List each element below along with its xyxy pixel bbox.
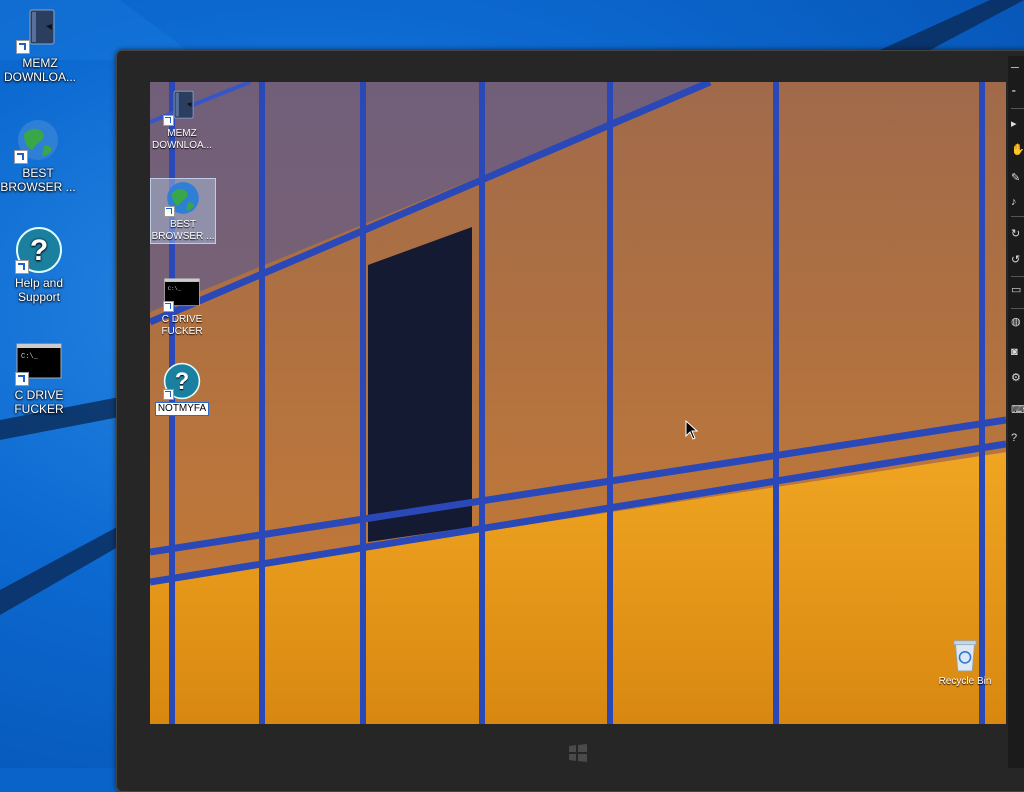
shortcut-arrow-icon: [16, 40, 30, 54]
book-shortcut-icon: [16, 6, 64, 54]
tablet-icon-c-drive[interactable]: C:\_ C DRIVE FUCKER: [150, 274, 214, 338]
pen-icon[interactable]: ✎: [1011, 172, 1024, 185]
shortcut-arrow-icon: [15, 372, 29, 386]
shortcut-arrow-icon: [164, 206, 175, 217]
help-icon: ?: [163, 362, 201, 400]
pointer-icon[interactable]: ▸: [1011, 118, 1024, 131]
emulator-side-toolbar: ─ ⁃ ▸ ✋ ✎ ♪ ↻ ↺ ▭ ◍ ◙ ⚙ ⌨ ?: [1008, 56, 1024, 768]
settings-icon[interactable]: ⚙: [1011, 372, 1024, 385]
desktop-icon-memz[interactable]: MEMZ DOWNLOA...: [2, 6, 78, 84]
tablet-screen: [150, 82, 1006, 724]
tablet-icon-label: BEST BROWSER ...: [151, 219, 215, 242]
toolbar-divider: [1011, 308, 1024, 309]
desktop-icon-label: MEMZ DOWNLOA...: [3, 56, 76, 84]
desktop-icon-label: Help and Support: [14, 276, 64, 304]
pin-icon[interactable]: ⁃: [1011, 86, 1024, 99]
windows-logo-icon[interactable]: [567, 742, 589, 764]
shortcut-arrow-icon: [15, 260, 29, 274]
globe-icon[interactable]: ◍: [1011, 316, 1024, 329]
camera-icon[interactable]: ◙: [1011, 346, 1024, 359]
book-shortcut-icon: [163, 88, 201, 126]
svg-text:?: ?: [175, 368, 190, 395]
tablet-icon-best-browser[interactable]: BEST BROWSER ...: [150, 178, 216, 244]
building-wallpaper: [150, 82, 1006, 724]
globe-icon: [14, 116, 62, 164]
shortcut-arrow-icon: [163, 389, 174, 400]
recycle-bin-label: Recycle Bin: [938, 676, 992, 687]
desktop-icon-best-browser[interactable]: BEST BROWSER ...: [0, 116, 76, 194]
recycle-bin-icon: [946, 636, 984, 674]
toolbar-divider: [1011, 216, 1024, 217]
shortcut-arrow-icon: [163, 115, 174, 126]
globe-icon: [164, 179, 202, 217]
more-icon[interactable]: ?: [1011, 432, 1024, 445]
desktop-icon-label: BEST BROWSER ...: [0, 166, 76, 194]
tablet-icon-label: C DRIVE FUCKER: [161, 314, 203, 337]
mouse-cursor-icon: [685, 419, 699, 440]
shortcut-arrow-icon: [163, 301, 174, 312]
hand-icon[interactable]: ✋: [1011, 144, 1024, 157]
svg-text:C:\_: C:\_: [168, 285, 182, 292]
desktop-icon-label: C DRIVE FUCKER: [14, 388, 64, 416]
rename-input[interactable]: NOTMYFA: [154, 402, 210, 416]
toolbar-divider: [1011, 276, 1024, 277]
tablet-icon-notmyfa[interactable]: ? NOTMYFA: [150, 362, 214, 416]
keyboard-icon[interactable]: ⌨: [1011, 404, 1024, 417]
rotate-alt-icon[interactable]: ↺: [1011, 254, 1024, 267]
tablet-icon-label: MEMZ DOWNLOA...: [151, 128, 212, 151]
console-icon: C:\_: [163, 274, 201, 312]
help-icon: ?: [15, 226, 63, 274]
display-icon[interactable]: ▭: [1011, 284, 1024, 297]
minimize-icon[interactable]: ─: [1011, 62, 1024, 75]
volume-icon[interactable]: ♪: [1011, 196, 1024, 209]
tablet-icon-memz[interactable]: MEMZ DOWNLOA...: [150, 88, 214, 152]
svg-text:?: ?: [30, 234, 48, 267]
desktop-icon-c-drive[interactable]: C:\_ C DRIVE FUCKER: [1, 338, 77, 416]
rotate-icon[interactable]: ↻: [1011, 228, 1024, 241]
desktop-icon-help-and-support[interactable]: ? Help and Support: [1, 226, 77, 304]
recycle-bin[interactable]: Recycle Bin: [933, 636, 997, 688]
toolbar-divider: [1011, 108, 1024, 109]
console-icon: C:\_: [15, 338, 63, 386]
shortcut-arrow-icon: [14, 150, 28, 164]
svg-text:C:\_: C:\_: [21, 353, 39, 361]
